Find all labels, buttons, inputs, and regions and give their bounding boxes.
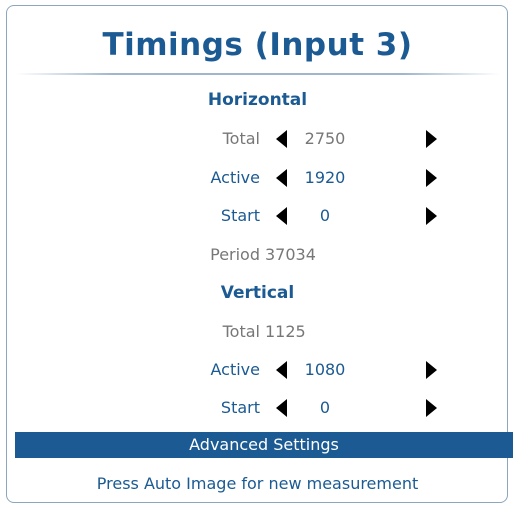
h-start-value[interactable]: 0	[290, 204, 360, 228]
page-title: Timings (Input 3)	[102, 27, 413, 63]
advanced-settings-button[interactable]: Advanced Settings	[15, 432, 513, 458]
v-active-decrease-icon[interactable]	[276, 361, 287, 379]
v-start-value[interactable]: 0	[290, 396, 360, 420]
h-total-row: Total 2750	[0, 127, 515, 151]
v-start-row[interactable]: Start 0	[0, 396, 515, 420]
v-start-increase-icon[interactable]	[426, 399, 437, 417]
v-active-increase-icon[interactable]	[426, 361, 437, 379]
h-total-decrease-icon[interactable]	[276, 130, 287, 148]
h-start-row[interactable]: Start 0	[0, 204, 515, 228]
h-total-label: Total	[222, 129, 260, 148]
h-total-value: 2750	[304, 129, 346, 148]
h-period-value: 37034	[265, 245, 316, 264]
h-start-decrease-icon[interactable]	[276, 207, 287, 225]
v-active-label: Active	[210, 360, 261, 379]
h-active-decrease-icon[interactable]	[276, 169, 287, 187]
vertical-heading: Vertical	[220, 283, 295, 303]
h-active-row[interactable]: Active 1920	[0, 166, 515, 190]
v-start-label: Start	[220, 398, 260, 417]
v-total-row: Total 1125	[0, 320, 515, 344]
h-active-label: Active	[210, 168, 261, 187]
v-start-decrease-icon[interactable]	[276, 399, 287, 417]
h-period-row: Period 37034	[0, 243, 515, 267]
v-total-value: 1125	[265, 322, 306, 341]
v-active-row[interactable]: Active 1080	[0, 358, 515, 382]
h-total-increase-icon[interactable]	[426, 130, 437, 148]
status-hint: Press Auto Image for new measurement	[96, 474, 419, 493]
horizontal-heading: Horizontal	[207, 90, 308, 110]
h-start-label: Start	[220, 206, 260, 225]
v-active-value[interactable]: 1080	[290, 358, 360, 382]
title-divider	[16, 73, 500, 75]
h-active-value[interactable]: 1920	[290, 166, 360, 190]
v-total-label: Total	[222, 322, 260, 341]
h-active-increase-icon[interactable]	[426, 169, 437, 187]
h-start-increase-icon[interactable]	[426, 207, 437, 225]
h-period-label: Period	[210, 245, 260, 264]
